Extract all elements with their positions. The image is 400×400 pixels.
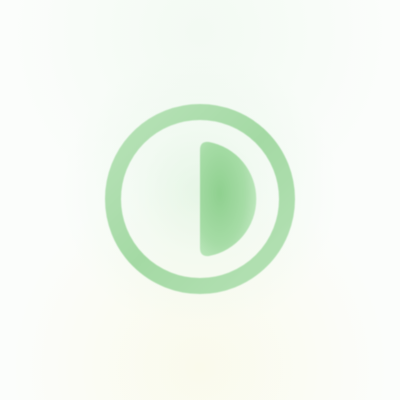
app-canvas xyxy=(0,0,400,400)
half-disc xyxy=(200,141,257,257)
contrast-icon xyxy=(105,104,295,294)
contrast-icon-container xyxy=(0,0,400,400)
